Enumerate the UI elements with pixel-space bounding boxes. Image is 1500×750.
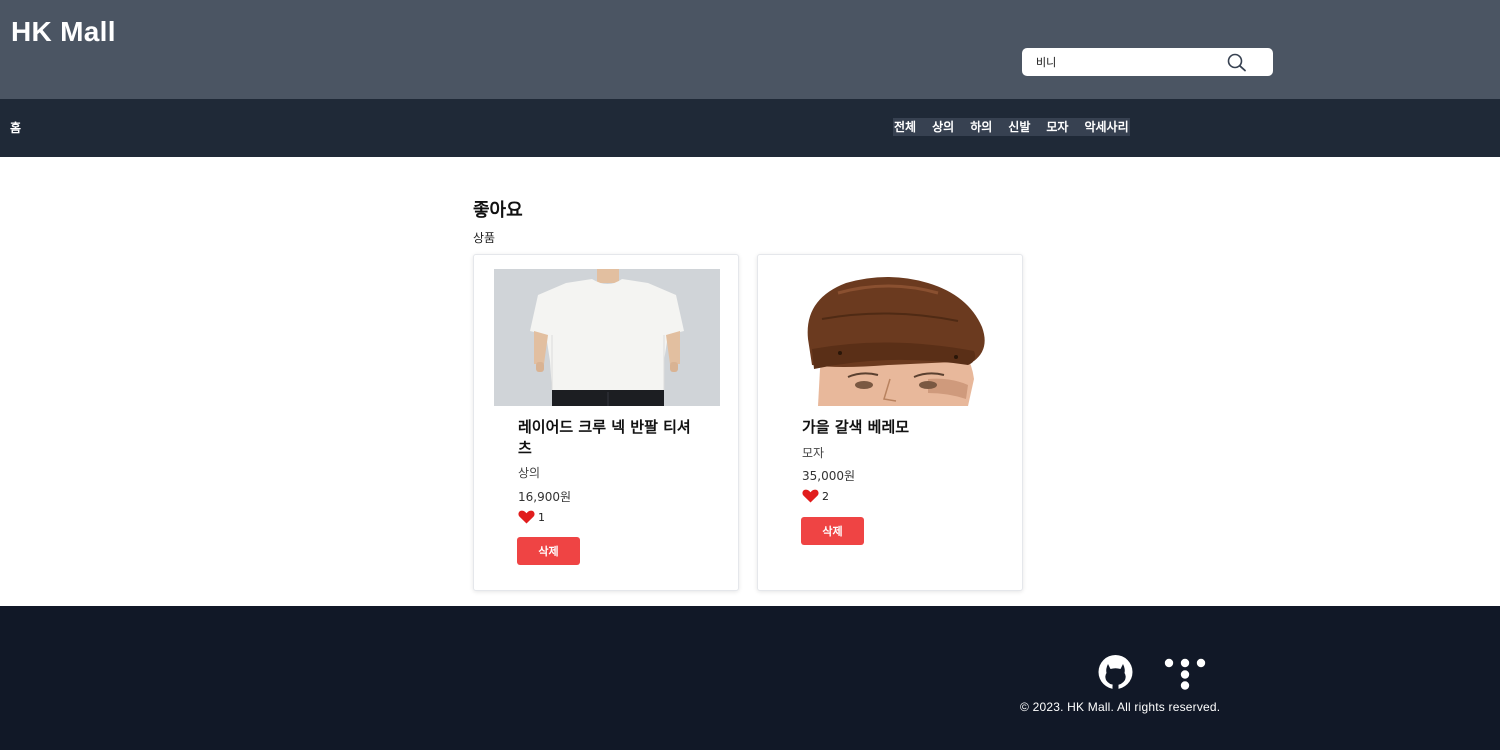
like-indicator[interactable]: 1 [518, 510, 545, 524]
product-card[interactable]: 레이어드 크루 넥 반팔 티셔츠 상의 16,900원 1 삭제 [473, 254, 739, 591]
top-header: HK Mall [0, 0, 1500, 99]
site-logo[interactable]: HK Mall [11, 16, 116, 48]
tistory-icon[interactable] [1163, 658, 1207, 690]
heart-icon[interactable] [518, 510, 535, 524]
section-label: 상품 [473, 231, 496, 245]
like-count: 1 [538, 510, 545, 524]
category-tops[interactable]: 상의 [931, 118, 955, 136]
product-card[interactable]: 가을 갈색 베레모 모자 35,000원 2 삭제 [757, 254, 1023, 591]
copyright-text: © 2023. HK Mall. All rights reserved. [1020, 700, 1221, 714]
category-hats[interactable]: 모자 [1045, 118, 1069, 136]
like-count: 2 [822, 489, 829, 503]
product-price: 35,000원 [802, 469, 856, 483]
nav-home-link[interactable]: 홈 [10, 119, 21, 136]
heart-icon[interactable] [802, 489, 819, 503]
like-indicator[interactable]: 2 [802, 489, 829, 503]
product-name[interactable]: 가을 갈색 베레모 [802, 417, 982, 438]
github-icon[interactable] [1093, 655, 1138, 689]
product-image-beret[interactable] [778, 269, 1004, 406]
product-name[interactable]: 레이어드 크루 넥 반팔 티셔츠 [518, 417, 698, 459]
product-image-tshirt[interactable] [494, 269, 720, 406]
category-shoes[interactable]: 신발 [1007, 118, 1031, 136]
product-category: 상의 [518, 466, 541, 480]
search-icon[interactable] [1225, 51, 1249, 73]
category-bottoms[interactable]: 하의 [969, 118, 993, 136]
product-price: 16,900원 [518, 490, 572, 504]
category-menu: 전체 상의 하의 신발 모자 악세사리 [893, 118, 1130, 136]
page-title: 좋아요 [473, 200, 523, 221]
category-accessories[interactable]: 악세사리 [1083, 118, 1129, 136]
delete-button[interactable]: 삭제 [517, 537, 580, 565]
search-bar [1022, 48, 1273, 76]
search-input[interactable] [1036, 52, 1226, 72]
category-all[interactable]: 전체 [893, 118, 917, 136]
nav-bar: 홈 전체 상의 하의 신발 모자 악세사리 [0, 99, 1500, 157]
site-footer: © 2023. HK Mall. All rights reserved. [0, 606, 1500, 750]
product-category: 모자 [802, 446, 825, 460]
delete-button[interactable]: 삭제 [801, 517, 864, 545]
